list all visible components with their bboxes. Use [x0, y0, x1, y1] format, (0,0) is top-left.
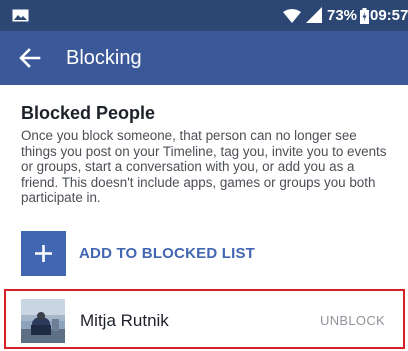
signal-icon	[306, 7, 322, 23]
unblock-button[interactable]: UNBLOCK	[320, 313, 385, 329]
app-bar: Blocking	[0, 31, 408, 85]
clock: 09:57	[370, 7, 408, 24]
section-description: Once you block someone, that person can …	[21, 128, 387, 206]
section-title: Blocked People	[21, 103, 156, 123]
gallery-icon	[12, 9, 29, 22]
battery-percent: 73%	[327, 7, 358, 24]
wifi-icon	[283, 9, 301, 23]
status-bar: 73% 09:57	[0, 0, 408, 31]
plus-icon	[21, 231, 66, 276]
blocked-person-name: Mitja Rutnik	[80, 311, 169, 330]
list-item: Mitja Rutnik UNBLOCK	[4, 289, 405, 349]
add-to-blocked-list-button[interactable]: ADD TO BLOCKED LIST	[21, 231, 391, 276]
page-title: Blocking	[66, 47, 142, 69]
avatar	[21, 299, 65, 343]
battery-icon	[360, 8, 369, 24]
arrow-left-icon[interactable]	[16, 44, 44, 72]
add-button-label: ADD TO BLOCKED LIST	[79, 245, 256, 262]
